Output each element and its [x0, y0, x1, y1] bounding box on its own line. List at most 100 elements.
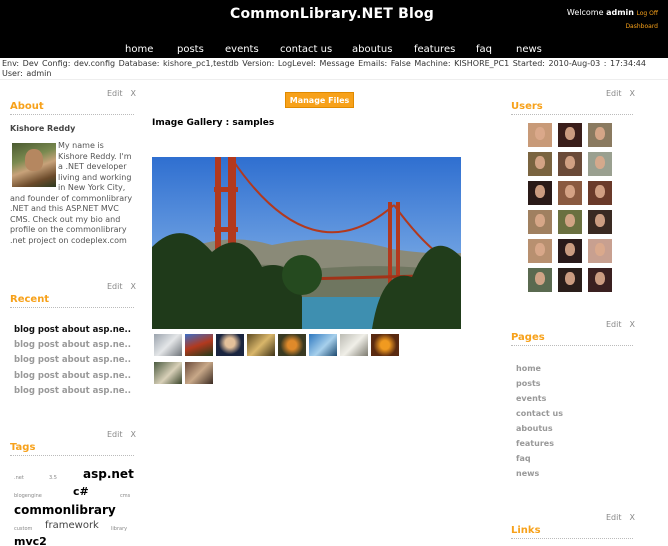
nav-faq[interactable]: faq [476, 44, 492, 55]
gallery-main-image[interactable] [152, 157, 461, 329]
gallery-thumbnail[interactable] [278, 334, 306, 356]
page-link-features[interactable]: features [516, 436, 563, 451]
gallery-thumbnail[interactable] [154, 362, 182, 384]
environment-info-bar: Env: Dev Config: dev.config Database: ki… [0, 58, 668, 80]
about-divider [10, 114, 134, 115]
tag-link[interactable]: blogengine [14, 493, 42, 499]
gallery-thumbnail[interactable] [154, 334, 182, 356]
tag-link[interactable]: c# [73, 485, 89, 498]
recent-close-link[interactable]: X [131, 282, 136, 291]
tag-link[interactable]: cms [120, 493, 130, 499]
users-divider [511, 114, 633, 115]
user-avatar[interactable] [558, 181, 582, 205]
tag-link[interactable]: custom [14, 526, 32, 532]
tags-close-link[interactable]: X [131, 430, 136, 439]
recent-edit-link[interactable]: Edit [107, 282, 123, 291]
about-close-link[interactable]: X [131, 89, 136, 98]
tag-link[interactable]: asp.net [83, 467, 134, 481]
user-avatar[interactable] [528, 181, 552, 205]
page-link-news[interactable]: news [516, 466, 563, 481]
golden-gate-photo [152, 157, 461, 329]
recent-widget-title: Recent [10, 294, 50, 305]
site-title[interactable]: CommonLibrary.NET Blog [0, 6, 664, 22]
links-close-link[interactable]: X [630, 513, 635, 522]
tag-link[interactable]: mvc2 [14, 535, 47, 546]
pages-divider [511, 345, 633, 346]
user-avatar[interactable] [588, 181, 612, 205]
pages-widget-title: Pages [511, 332, 545, 343]
tags-edit-link[interactable]: Edit [107, 430, 123, 439]
recent-post-item[interactable]: blog post about asp.ne.. [14, 338, 131, 353]
nav-news[interactable]: news [516, 44, 542, 55]
welcome-prefix: Welcome [566, 8, 607, 17]
site-header: CommonLibrary.NET Blog Welcome admin Log… [0, 0, 668, 58]
users-widget-controls: Edit X [606, 89, 635, 98]
user-avatar[interactable] [528, 152, 552, 176]
nav-posts[interactable]: posts [177, 44, 204, 55]
gallery-thumbnail[interactable] [340, 334, 368, 356]
page-link-faq[interactable]: faq [516, 451, 563, 466]
links-edit-link[interactable]: Edit [606, 513, 622, 522]
page-link-posts[interactable]: posts [516, 376, 563, 391]
user-avatar[interactable] [528, 239, 552, 263]
recent-post-item[interactable]: blog post about asp.ne.. [14, 369, 131, 384]
tag-link[interactable]: 3.5 [49, 475, 57, 481]
user-avatar[interactable] [558, 268, 582, 292]
tags-widget-controls: Edit X [107, 430, 136, 439]
user-avatar[interactable] [558, 239, 582, 263]
pages-close-link[interactable]: X [630, 320, 635, 329]
nav-home[interactable]: home [125, 44, 153, 55]
about-edit-link[interactable]: Edit [107, 89, 123, 98]
about-description: My name is Kishore Reddy. I'm a .NET dev… [10, 141, 133, 245]
gallery-thumbnail[interactable] [185, 334, 213, 356]
about-widget-controls: Edit X [107, 89, 136, 98]
user-avatar[interactable] [588, 123, 612, 147]
recent-post-item[interactable]: blog post about asp.ne.. [14, 384, 131, 399]
gallery-thumbnail[interactable] [247, 334, 275, 356]
users-close-link[interactable]: X [630, 89, 635, 98]
user-avatar[interactable] [558, 123, 582, 147]
tag-link[interactable]: .net [14, 475, 24, 481]
page-link-aboutus[interactable]: aboutus [516, 421, 563, 436]
tags-widget-title: Tags [10, 442, 36, 453]
manage-files-button[interactable]: Manage Files [285, 92, 354, 108]
links-widget-controls: Edit X [606, 513, 635, 522]
page-link-home[interactable]: home [516, 361, 563, 376]
page-link-events[interactable]: events [516, 391, 563, 406]
links-divider [511, 538, 633, 539]
user-avatar[interactable] [528, 210, 552, 234]
user-avatar[interactable] [588, 152, 612, 176]
recent-post-item[interactable]: blog post about asp.ne.. [14, 353, 131, 368]
gallery-thumbnail[interactable] [371, 334, 399, 356]
nav-aboutus[interactable]: aboutus [352, 44, 392, 55]
pages-list: home posts events contact us aboutus fea… [516, 361, 563, 481]
nav-events[interactable]: events [225, 44, 259, 55]
logoff-link[interactable]: Log Off [637, 10, 658, 17]
nav-features[interactable]: features [414, 44, 455, 55]
gallery-thumbnail[interactable] [309, 334, 337, 356]
page-link-contact-us[interactable]: contact us [516, 406, 563, 421]
user-avatar[interactable] [558, 152, 582, 176]
gallery-thumbnail[interactable] [216, 334, 244, 356]
about-widget-title: About [10, 101, 44, 112]
gallery-thumbnail[interactable] [185, 362, 213, 384]
user-avatar[interactable] [588, 210, 612, 234]
recent-post-item[interactable]: blog post about asp.ne.. [14, 323, 131, 338]
tag-link[interactable]: library [111, 526, 127, 532]
user-avatar[interactable] [528, 123, 552, 147]
user-avatar[interactable] [588, 239, 612, 263]
user-avatar[interactable] [588, 268, 612, 292]
welcome-area: Welcome admin Log Off Dashboard [567, 7, 658, 33]
nav-contact-us[interactable]: contact us [280, 44, 332, 55]
dashboard-link[interactable]: Dashboard [625, 23, 658, 30]
recent-divider [10, 307, 134, 308]
tag-link[interactable]: commonlibrary [14, 503, 116, 517]
users-edit-link[interactable]: Edit [606, 89, 622, 98]
recent-widget-controls: Edit X [107, 282, 136, 291]
main-nav: home posts events contact us aboutus fea… [0, 44, 668, 58]
pages-edit-link[interactable]: Edit [606, 320, 622, 329]
user-avatar[interactable] [528, 268, 552, 292]
user-avatar[interactable] [558, 210, 582, 234]
tag-link[interactable]: framework [45, 520, 99, 531]
recent-posts-list: blog post about asp.ne.. blog post about… [14, 323, 131, 399]
